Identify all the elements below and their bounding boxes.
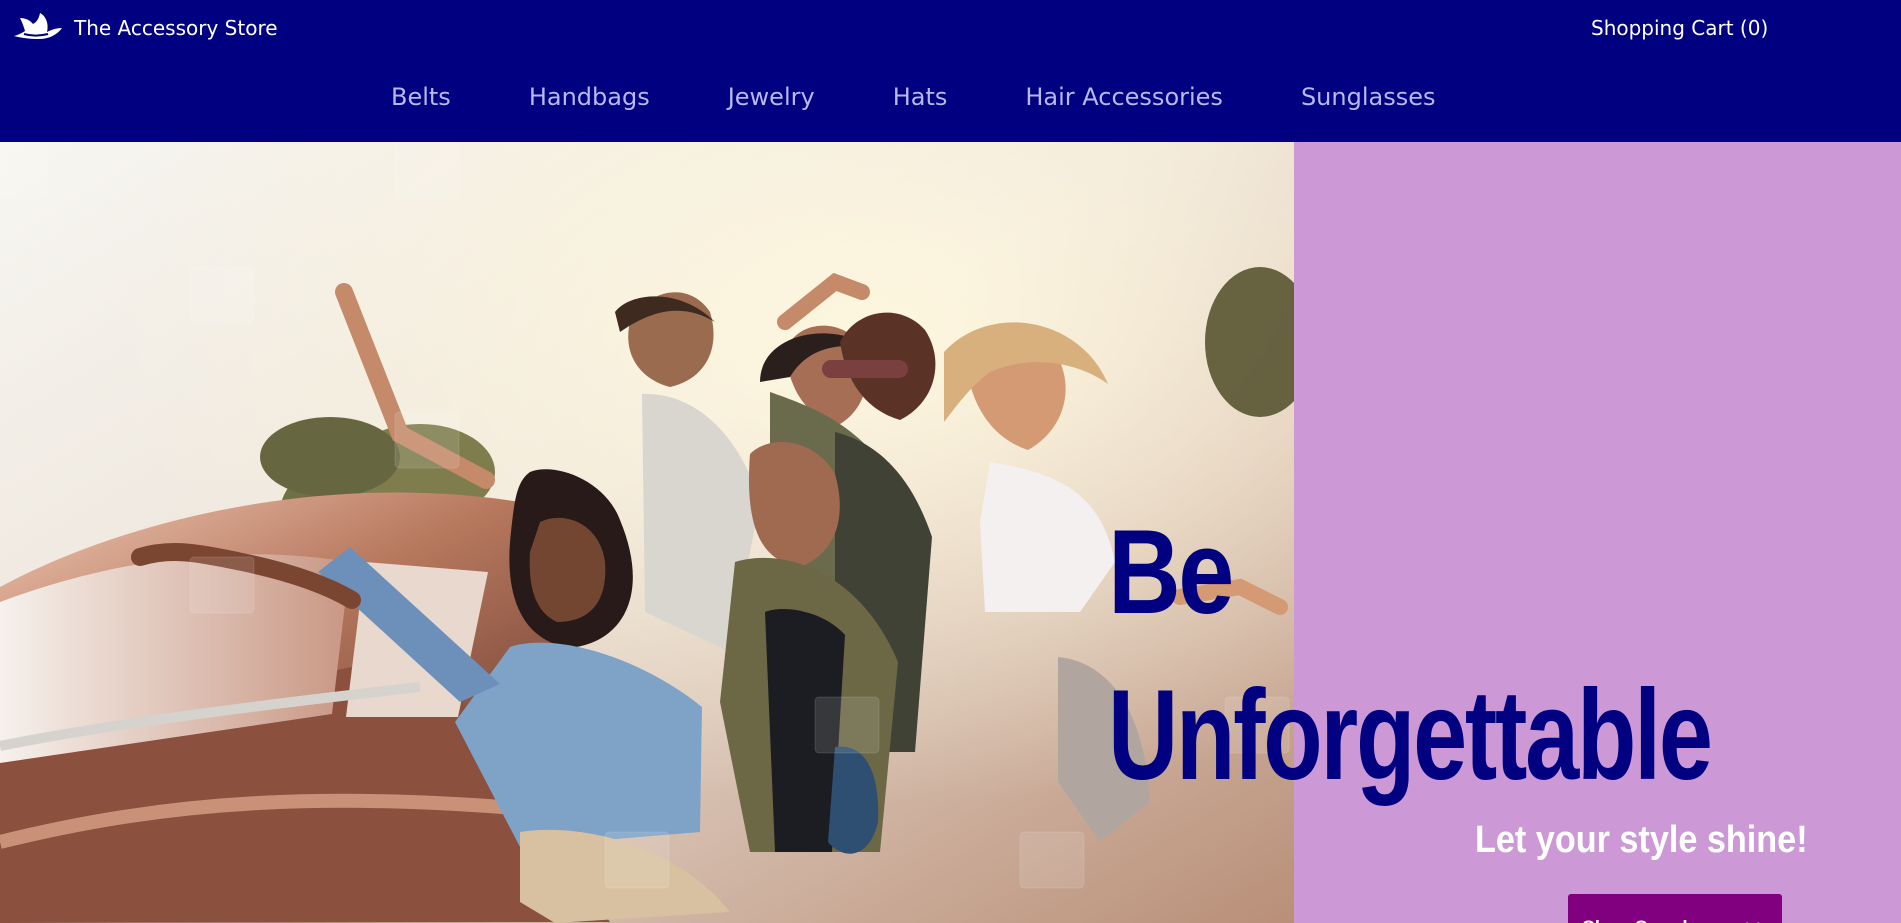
nav-item-belts[interactable]: Belts (391, 85, 451, 109)
hero-title-line-1: Be (1108, 505, 1234, 639)
nav-item-handbags[interactable]: Handbags (529, 85, 650, 109)
nav-item-hair-accessories[interactable]: Hair Accessories (1025, 85, 1223, 109)
shopping-cart-link[interactable]: Shopping Cart (0) (1591, 18, 1768, 38)
store-logo-link[interactable]: The Accessory Store (12, 10, 278, 46)
hero-photo (0, 142, 1294, 923)
hero-title-line-2: Unforgettable (1108, 664, 1713, 807)
hero-subtitle: Let your style shine! (1475, 819, 1808, 861)
shop-sunglasses-button[interactable]: Shop Sunglasses >> (1568, 894, 1782, 923)
nav-item-jewelry[interactable]: Jewelry (728, 85, 815, 109)
hat-icon (12, 10, 64, 46)
hero-banner: Be Unforgettable Let your style shine! S… (0, 142, 1901, 923)
main-navigation: Belts Handbags Jewelry Hats Hair Accesso… (391, 80, 1435, 114)
store-name: The Accessory Store (74, 16, 278, 40)
top-navigation: The Accessory Store Shopping Cart (0) Be… (0, 0, 1901, 142)
nav-item-sunglasses[interactable]: Sunglasses (1301, 85, 1436, 109)
nav-item-hats[interactable]: Hats (893, 85, 948, 109)
hero-photo-illustration (0, 142, 1294, 923)
